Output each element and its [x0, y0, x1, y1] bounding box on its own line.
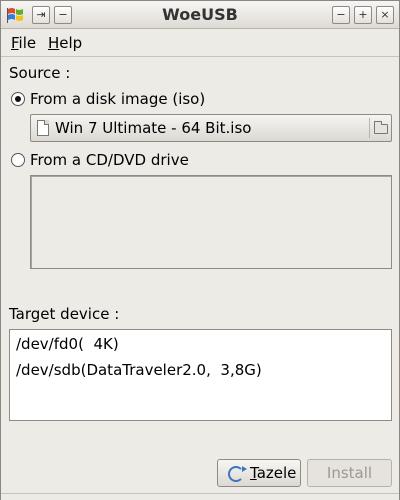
title-bar[interactable]: ⇥ − WoeUSB − + ×	[1, 1, 399, 29]
menu-help-accel: H	[48, 34, 60, 52]
menu-file[interactable]: File	[11, 34, 36, 52]
target-device-list[interactable]: /dev/fd0( 4K) /dev/sdb(DataTraveler2.0, …	[9, 329, 392, 421]
shade-button[interactable]: −	[54, 6, 72, 24]
iso-file-picker[interactable]: Win 7 Ultimate - 64 Bit.iso	[30, 114, 392, 142]
menu-file-label: ile	[18, 34, 37, 52]
iso-file-name: Win 7 Ultimate - 64 Bit.iso	[55, 119, 252, 137]
maximize-button[interactable]: +	[354, 6, 372, 24]
menu-bar: File Help	[1, 30, 399, 57]
refresh-rest: azele	[256, 464, 297, 482]
cd-drive-list[interactable]	[30, 175, 392, 269]
browse-button[interactable]	[369, 118, 389, 138]
menu-help-label: elp	[59, 34, 83, 52]
folder-icon	[374, 121, 388, 134]
minimize-button[interactable]: −	[332, 6, 350, 24]
document-icon	[37, 120, 49, 136]
cd-drive-option-label[interactable]: From a CD/DVD drive	[30, 151, 189, 169]
refresh-button-label: Tazele	[250, 460, 296, 486]
pin-button[interactable]: ⇥	[32, 6, 50, 24]
cd-drive-radio[interactable]	[11, 153, 25, 167]
target-heading: Target device :	[9, 305, 120, 323]
status-bar	[1, 493, 399, 500]
menu-help[interactable]: Help	[48, 34, 82, 52]
disk-image-option-label[interactable]: From a disk image (iso)	[30, 90, 205, 108]
windows-flag-icon[interactable]	[5, 4, 27, 26]
refresh-icon	[228, 466, 247, 482]
list-item[interactable]: /dev/sdb(DataTraveler2.0, 3,8G)	[16, 361, 262, 379]
close-button[interactable]: ×	[376, 6, 394, 24]
woeusb-window: ⇥ − WoeUSB − + × File Help Source : From…	[0, 0, 400, 500]
source-heading: Source :	[9, 64, 71, 82]
install-button[interactable]: Install	[307, 459, 392, 487]
disk-image-radio[interactable]	[11, 92, 25, 106]
refresh-accel: T	[250, 464, 257, 482]
menu-file-accel: F	[11, 34, 19, 52]
refresh-button[interactable]: Tazele	[217, 459, 301, 487]
list-item[interactable]: /dev/fd0( 4K)	[16, 335, 119, 353]
